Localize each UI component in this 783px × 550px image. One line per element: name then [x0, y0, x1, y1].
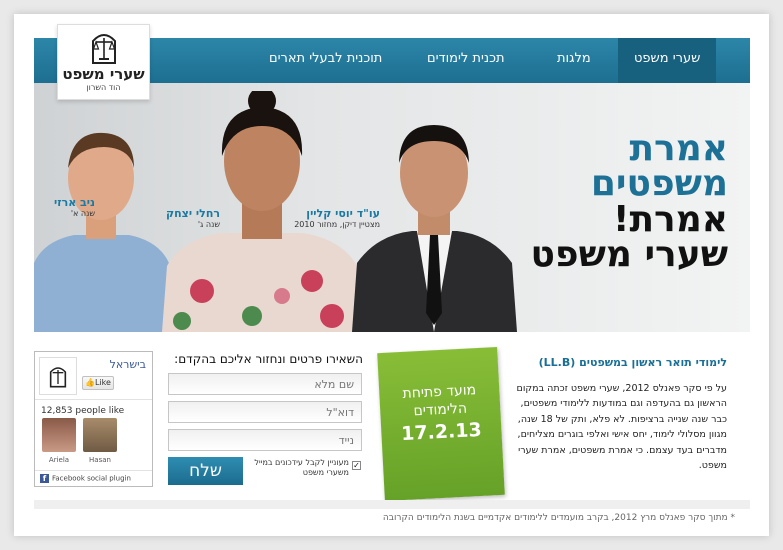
- facebook-page-logo[interactable]: [39, 357, 77, 395]
- avatar[interactable]: [42, 418, 76, 452]
- facebook-like-button[interactable]: 👍Like: [82, 376, 114, 390]
- program-info-title[interactable]: לימודי תואר ראשון במשפטים (LL.B): [505, 356, 727, 369]
- caption-subtitle: שנה א': [70, 209, 95, 218]
- program-info: לימודי תואר ראשון במשפטים (LL.B) על פי ס…: [505, 356, 727, 473]
- full-name-field[interactable]: [168, 373, 362, 395]
- caption-subtitle: מצטיין דיקן, מחזור 2010: [294, 220, 380, 229]
- updates-checkbox[interactable]: ✓: [352, 461, 361, 470]
- caption-name: עו"ד יוסי קליין: [306, 207, 380, 220]
- slogan-line: אמרת!: [613, 198, 728, 240]
- slogan-line: שערי משפט: [530, 233, 728, 275]
- email-field[interactable]: [168, 401, 362, 423]
- caption-racheli: רחלי יצחק שנה ג': [166, 207, 220, 229]
- facebook-like-count: 12,853 people like: [41, 406, 125, 416]
- facebook-like-box: בישראל 👍Like 12,853 people like Ariela H…: [34, 351, 153, 487]
- thumbs-up-icon: 👍: [85, 378, 95, 387]
- avatar[interactable]: [83, 418, 117, 452]
- phone-field[interactable]: [168, 429, 362, 451]
- nav-item-curriculum[interactable]: תכנית לימודים: [427, 51, 505, 66]
- scales-of-justice-icon: [91, 34, 116, 64]
- caption-name: רחלי יצחק: [166, 207, 220, 220]
- nav-item-home[interactable]: שערי משפט: [618, 38, 717, 90]
- caption-name: ניב ארזי: [53, 196, 95, 209]
- fan-name[interactable]: Hasan: [83, 456, 117, 464]
- logo-title: שערי משפט: [62, 65, 145, 83]
- facebook-footer: f Facebook social plugin: [35, 470, 152, 486]
- slogan-line: אמרת: [629, 128, 728, 169]
- caption-niv: ניב ארזי שנה א': [54, 196, 95, 218]
- logo-subtitle: הוד השרון: [86, 83, 121, 92]
- promo-line: מועד פתיחת: [402, 382, 477, 402]
- promo-date: 17.2.13: [400, 419, 483, 446]
- survey-footnote: * מתוך סקר פאנלס מרץ 2012, בקרב מועמדים …: [382, 513, 735, 523]
- program-info-body: על פי סקר פאנלס 2012, שערי משפט זכתה במק…: [516, 383, 727, 471]
- facebook-page-name[interactable]: בישראל: [110, 358, 146, 371]
- send-button[interactable]: שלח: [168, 457, 243, 485]
- site-logo[interactable]: שערי משפט הוד השרון: [57, 24, 150, 100]
- nav-item-graduates-program[interactable]: תוכנית לבעלי תארים: [269, 51, 382, 66]
- promo-line: הלימודים: [413, 400, 468, 420]
- hero-banner: ניב ארזי שנה א' רחלי יצחק שנה ג' עו"ד יו…: [34, 83, 750, 332]
- facebook-footer-text: Facebook social plugin: [52, 474, 131, 483]
- form-title: השאירו פרטים ונחזור אליכם בהקדם:: [174, 352, 363, 366]
- facebook-icon: f: [40, 474, 49, 483]
- opening-date-promo[interactable]: מועד פתיחת הלימודים 17.2.13: [377, 346, 505, 502]
- footer-divider: [34, 500, 750, 509]
- student-photo-niv: [34, 132, 169, 332]
- facebook-header: בישראל 👍Like: [35, 352, 152, 400]
- hero-slogan: אמרת משפטים אמרת! שערי משפט: [530, 128, 728, 275]
- updates-checkbox-label: מעוניין לקבל עידכונים במייל משערי משפט: [254, 458, 349, 477]
- slogan-line: משפטים: [590, 163, 728, 205]
- caption-subtitle: שנה ג': [197, 220, 220, 229]
- like-label: Like: [94, 378, 111, 387]
- caption-yossi: עו"ד יוסי קליין מצטיין דיקן, מחזור 2010: [294, 207, 380, 229]
- fan-name[interactable]: Ariela: [42, 456, 76, 464]
- nav-item-scholarships[interactable]: מלגות: [557, 51, 591, 66]
- scales-of-justice-icon: [49, 367, 67, 388]
